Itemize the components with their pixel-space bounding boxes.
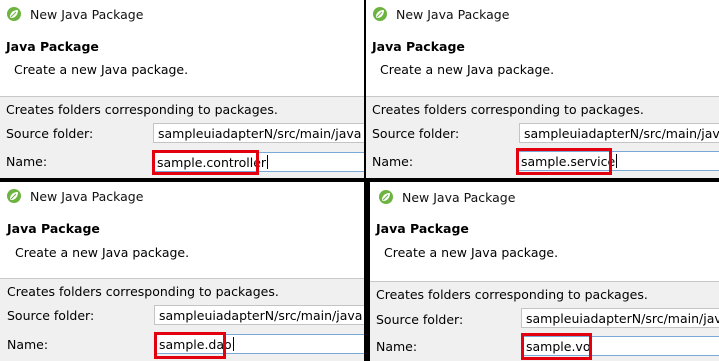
dialog-title: New Java Package: [30, 188, 144, 204]
dialog-new-java-package-3: New Java Package Java Package Create a n…: [0, 182, 364, 361]
name-label: Name:: [372, 154, 414, 169]
highlight-box: [516, 148, 612, 175]
page-description: Create a new Java package.: [15, 245, 190, 260]
highlight-box: [521, 333, 592, 360]
source-folder-value: sampleuiadapterN/src/main/java: [159, 308, 363, 323]
spring-leaf-icon: [379, 190, 393, 204]
source-folder-field[interactable]: sampleuiadapterN/src/main/java: [521, 308, 719, 328]
dialog-title: New Java Package: [402, 189, 516, 205]
spring-leaf-icon: [7, 7, 21, 21]
text-caret: [267, 155, 269, 169]
source-folder-label: Source folder:: [376, 312, 464, 327]
name-label: Name:: [6, 154, 48, 169]
spring-leaf-icon: [7, 189, 21, 203]
source-folder-field[interactable]: sampleuiadapterN/src/main/java: [153, 123, 364, 143]
highlight-box: [152, 150, 259, 175]
hint-text: Creates folders corresponding to package…: [372, 102, 644, 117]
divider: [0, 96, 364, 97]
text-caret: [232, 337, 234, 351]
name-label: Name:: [7, 337, 49, 352]
page-heading: Java Package: [376, 221, 469, 236]
page-heading: Java Package: [6, 39, 99, 54]
text-caret: [616, 154, 618, 168]
source-folder-value: sampleuiadapterN/src/main/java: [526, 311, 719, 326]
highlight-box: [154, 332, 226, 359]
page-description: Create a new Java package.: [14, 62, 189, 77]
source-folder-label: Source folder:: [6, 126, 94, 141]
divider: [370, 281, 719, 282]
source-folder-field[interactable]: sampleuiadapterN/src/main/java: [154, 305, 364, 325]
dialog-new-java-package-4: New Java Package Java Package Create a n…: [370, 182, 719, 361]
page-description: Create a new Java package.: [380, 62, 555, 77]
page-description: Create a new Java package.: [384, 245, 559, 260]
dialog-new-java-package-1: New Java Package Java Package Create a n…: [0, 0, 364, 178]
hint-text: Creates folders corresponding to package…: [376, 287, 648, 302]
source-folder-label: Source folder:: [372, 126, 460, 141]
divider: [0, 278, 364, 279]
page-heading: Java Package: [7, 221, 100, 236]
dialog-titlebar: New Java Package: [6, 5, 143, 23]
spring-leaf-icon: [373, 7, 387, 21]
source-folder-label: Source folder:: [7, 308, 95, 323]
dialog-title: New Java Package: [30, 6, 144, 22]
source-folder-value: sampleuiadapterN/src/main/java: [524, 126, 719, 141]
hint-text: Creates folders corresponding to package…: [6, 102, 278, 117]
dialog-titlebar: New Java Package: [372, 5, 509, 23]
page-heading: Java Package: [372, 39, 465, 54]
dialog-titlebar: New Java Package: [6, 187, 143, 205]
hint-text: Creates folders corresponding to package…: [7, 284, 279, 299]
source-folder-field[interactable]: sampleuiadapterN/src/main/java: [519, 123, 719, 143]
divider: [366, 96, 719, 97]
name-label: Name:: [376, 339, 418, 354]
dialog-title: New Java Package: [396, 6, 510, 22]
dialog-titlebar: New Java Package: [378, 188, 515, 206]
source-folder-value: sampleuiadapterN/src/main/java: [158, 126, 362, 141]
dialog-new-java-package-2: New Java Package Java Package Create a n…: [366, 0, 719, 178]
